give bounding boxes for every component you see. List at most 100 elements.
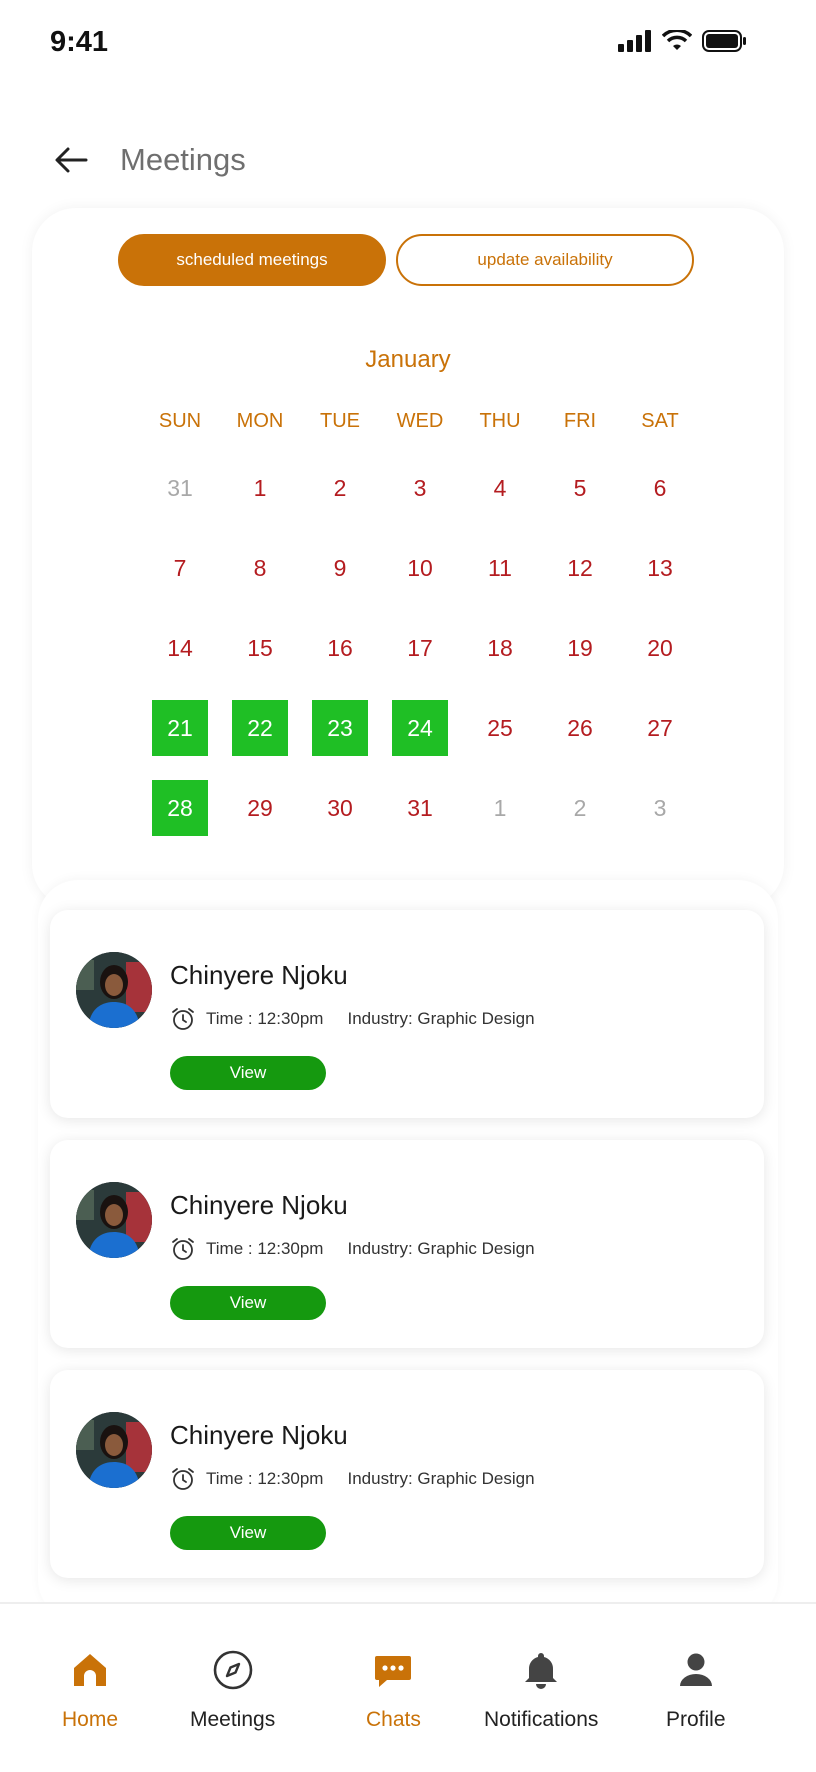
nav-label-chats: Chats <box>366 1708 421 1731</box>
calendar-day-cell: 23 <box>300 700 380 756</box>
calendar-day[interactable]: 1 <box>232 460 288 516</box>
calendar-day-cell: 31 <box>380 780 460 836</box>
calendar-day[interactable]: 17 <box>392 620 448 676</box>
weekday-label: SAT <box>641 410 679 432</box>
signal-icon <box>618 30 651 52</box>
calendar-day[interactable]: 5 <box>552 460 608 516</box>
calendar-day[interactable]: 19 <box>552 620 608 676</box>
calendar-day[interactable]: 2 <box>312 460 368 516</box>
weekday-label: MON <box>236 410 284 432</box>
meeting-industry: Industry: Graphic Design <box>347 1239 535 1258</box>
meeting-card: Chinyere Njoku Time : 12:30pm Industry: Gr… <box>50 1140 764 1348</box>
calendar-day[interactable]: 26 <box>552 700 608 756</box>
page-title: Meetings <box>120 142 246 177</box>
calendar-day[interactable]: 7 <box>152 540 208 596</box>
tab-scheduled-meetings[interactable]: scheduled meetings <box>118 234 386 286</box>
view-button[interactable]: View <box>170 1056 326 1090</box>
meeting-time: Time : 12:30pm <box>206 1239 324 1258</box>
calendar-day-selected[interactable]: 22 <box>232 700 288 756</box>
status-bar: 9:41 <box>0 0 816 90</box>
battery-icon <box>702 30 746 52</box>
calendar-day-cell: 29 <box>220 780 300 836</box>
calendar-day[interactable]: 6 <box>632 460 688 516</box>
alarm-clock-icon <box>172 1238 194 1260</box>
calendar-days-grid: 31 1 2 3 4 5 6 7 8 9 10 11 12 13 14 15 16 17 18 19 20 21 22 23 2… <box>140 460 700 836</box>
meeting-person-name: Chinyere Njoku <box>170 1190 348 1220</box>
arrow-left-icon <box>55 147 88 173</box>
tab-bar: scheduled meetings update availability <box>118 234 694 286</box>
calendar-day-cell: 5 <box>540 460 620 516</box>
calendar-day[interactable]: 14 <box>152 620 208 676</box>
calendar-day[interactable]: 4 <box>472 460 528 516</box>
nav-label-meetings: Meetings <box>190 1708 276 1731</box>
calendar-day[interactable]: 31 <box>392 780 448 836</box>
calendar-day[interactable]: 30 <box>312 780 368 836</box>
calendar-day[interactable]: 3 <box>392 460 448 516</box>
weekday-label: WED <box>396 410 444 432</box>
calendar-day[interactable]: 16 <box>312 620 368 676</box>
calendar-day-cell: 26 <box>540 700 620 756</box>
alarm-clock-icon <box>172 1468 194 1490</box>
calendar-card: scheduled meetings update availability J… <box>32 208 784 908</box>
calendar-day[interactable]: 12 <box>552 540 608 596</box>
calendar-day[interactable]: 27 <box>632 700 688 756</box>
meeting-industry: Industry: Graphic Design <box>347 1469 535 1488</box>
calendar-day[interactable]: 20 <box>632 620 688 676</box>
meeting-info: Time : 12:30pm Industry: Graphic Design <box>170 1466 535 1492</box>
calendar-day[interactable]: 8 <box>232 540 288 596</box>
nav-item-notifications[interactable]: Notifications <box>484 1648 598 1732</box>
status-time: 9:41 <box>50 26 109 58</box>
calendar-day[interactable]: 3 <box>632 780 688 836</box>
calendar-day-cell: 21 <box>140 700 220 756</box>
nav-label-profile: Profile <box>666 1708 726 1731</box>
calendar-day[interactable]: 13 <box>632 540 688 596</box>
calendar-day[interactable]: 9 <box>312 540 368 596</box>
calendar-day[interactable]: 10 <box>392 540 448 596</box>
calendar-day[interactable]: 15 <box>232 620 288 676</box>
chat-icon <box>375 1656 412 1687</box>
nav-item-chats[interactable]: Chats <box>366 1648 421 1732</box>
status-icons <box>618 30 748 52</box>
view-button[interactable]: View <box>170 1286 326 1320</box>
back-button[interactable] <box>52 140 92 180</box>
calendar-day[interactable]: 18 <box>472 620 528 676</box>
nav-item-home[interactable]: Home <box>62 1648 118 1732</box>
meeting-industry: Industry: Graphic Design <box>347 1009 535 1028</box>
calendar-day-cell: 24 <box>380 700 460 756</box>
calendar-day-cell: 3 <box>380 460 460 516</box>
avatar <box>76 1412 152 1488</box>
avatar-photo-icon <box>76 952 152 1028</box>
calendar-day-cell: 17 <box>380 620 460 676</box>
wifi-icon <box>662 30 692 50</box>
calendar-day[interactable]: 2 <box>552 780 608 836</box>
calendar-day-selected[interactable]: 24 <box>392 700 448 756</box>
calendar-day-selected[interactable]: 23 <box>312 700 368 756</box>
calendar-day-cell: 13 <box>620 540 700 596</box>
calendar-day-cell: 4 <box>460 460 540 516</box>
nav-item-meetings[interactable]: Meetings <box>190 1648 275 1732</box>
tab-update-availability[interactable]: update availability <box>396 234 694 286</box>
calendar-day[interactable]: 25 <box>472 700 528 756</box>
calendar-day-selected[interactable]: 21 <box>152 700 208 756</box>
calendar-day-cell: 25 <box>460 700 540 756</box>
nav-item-profile[interactable]: Profile <box>666 1648 726 1732</box>
calendar-day-cell: 22 <box>220 700 300 756</box>
calendar-month: January <box>365 346 451 373</box>
calendar-day[interactable]: 11 <box>472 540 528 596</box>
bell-icon <box>525 1653 558 1689</box>
meeting-info: Time : 12:30pm Industry: Graphic Design <box>170 1236 535 1262</box>
calendar-day-selected[interactable]: 28 <box>152 780 208 836</box>
view-button[interactable]: View <box>170 1516 326 1550</box>
calendar-day-cell: 3 <box>620 780 700 836</box>
weekday-label: THU <box>479 410 521 432</box>
calendar-day[interactable]: 29 <box>232 780 288 836</box>
calendar-day-cell: 28 <box>140 780 220 836</box>
calendar-day-cell: 27 <box>620 700 700 756</box>
calendar-day[interactable]: 31 <box>152 460 208 516</box>
calendar-day-cell: 2 <box>300 460 380 516</box>
calendar-day[interactable]: 1 <box>472 780 528 836</box>
meeting-time: Time : 12:30pm <box>206 1009 324 1028</box>
nav-label-notifications: Notifications <box>484 1708 599 1731</box>
meeting-person-name: Chinyere Njoku <box>170 960 348 990</box>
meeting-card: Chinyere Njoku Time : 12:30pm Industry: Gr… <box>50 910 764 1118</box>
